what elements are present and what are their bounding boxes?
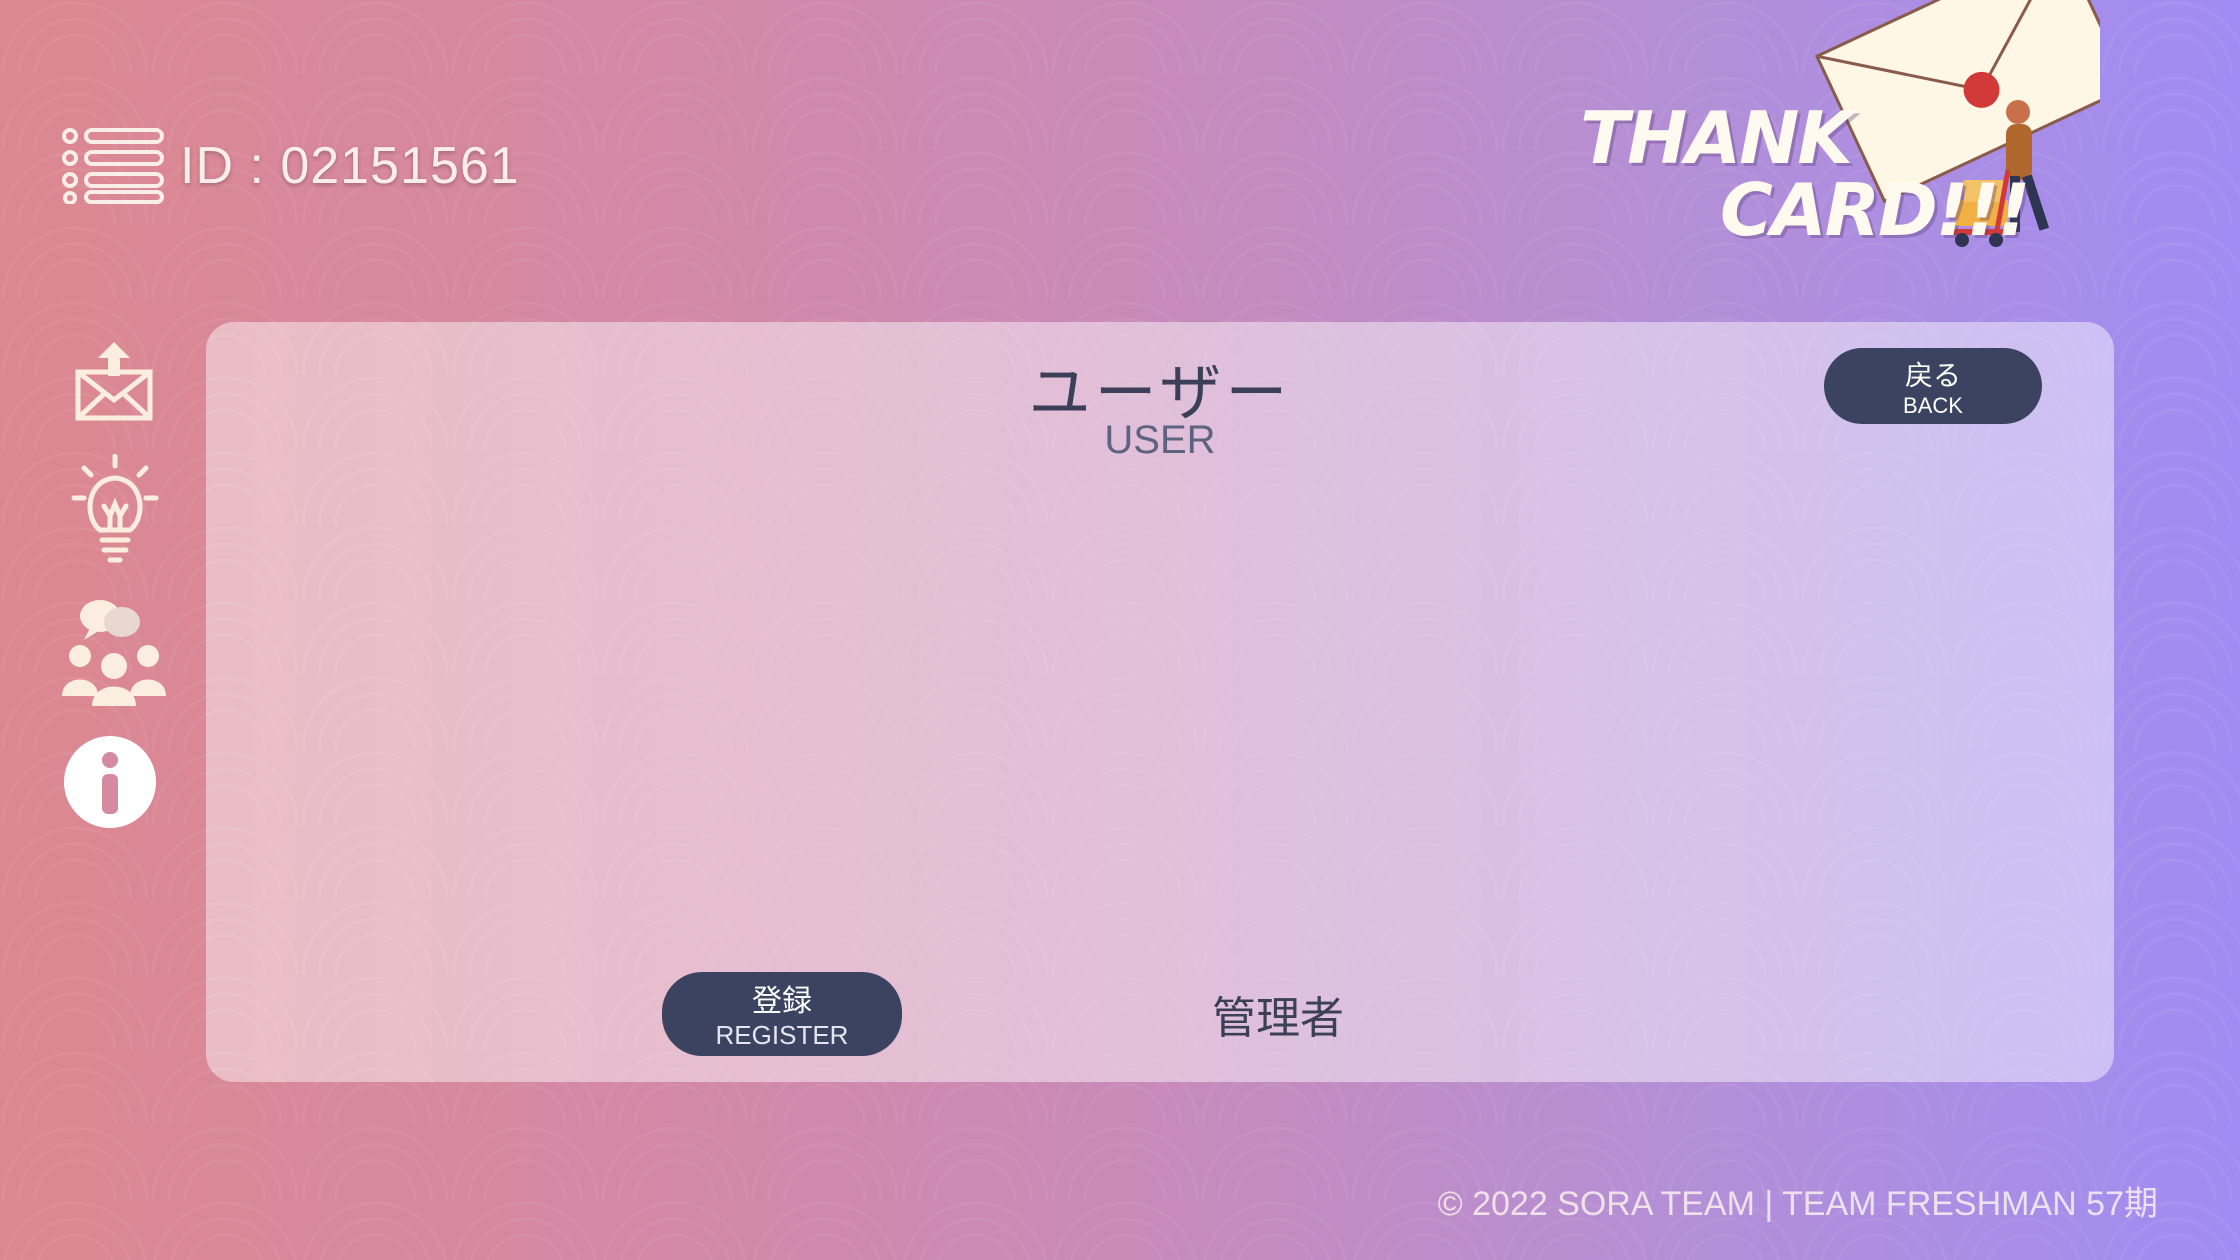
sidebar bbox=[62, 340, 172, 858]
register-button[interactable]: 登録 REGISTER bbox=[662, 972, 902, 1056]
user-panel: ユーザー USER 戻る BACK 登録 REGISTER 管理者 bbox=[206, 322, 2114, 1082]
back-button-label-en: BACK bbox=[1903, 393, 1963, 418]
admin-label: 管理者 bbox=[1212, 993, 1344, 1044]
register-button-label-en: REGISTER bbox=[715, 1019, 849, 1050]
copyright-footer: © 2022 SORA TEAM | TEAM FRESHMAN 57期 bbox=[1437, 1185, 2158, 1223]
community-chat-icon[interactable] bbox=[62, 594, 166, 706]
user-id-bar: ID : 02151561 bbox=[62, 128, 520, 204]
info-icon[interactable] bbox=[64, 736, 156, 828]
page-subtitle: USER bbox=[1104, 418, 1216, 462]
mail-send-icon[interactable] bbox=[74, 340, 154, 424]
thank-card-logo: THANK CARD!!! bbox=[1580, 0, 2100, 260]
back-button[interactable]: 戻る BACK bbox=[1824, 348, 2042, 424]
list-menu-icon[interactable] bbox=[62, 128, 166, 204]
back-button-label-jp: 戻る bbox=[1904, 360, 1961, 391]
logo-line2: CARD!!! bbox=[1720, 168, 2030, 252]
user-id-text: ID : 02151561 bbox=[180, 137, 520, 195]
register-button-label-jp: 登録 bbox=[752, 984, 812, 1018]
lightbulb-icon[interactable] bbox=[70, 454, 160, 564]
